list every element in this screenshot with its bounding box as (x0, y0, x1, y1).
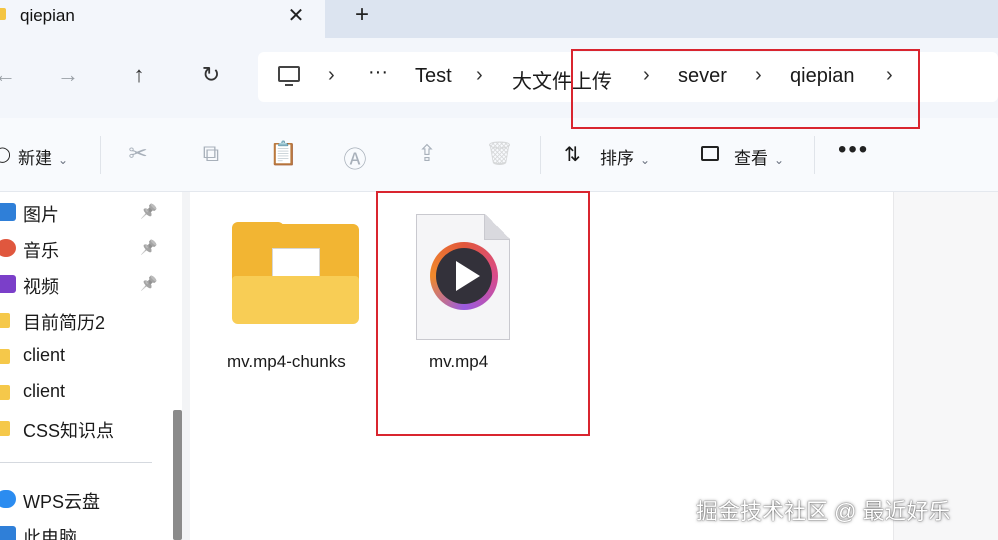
more-options-button[interactable]: ••• (838, 136, 869, 164)
new-button[interactable]: 新建 ⌄ (18, 144, 68, 169)
this-pc-icon (0, 526, 16, 540)
chevron-down-icon: ⌄ (640, 153, 651, 167)
folder-icon (0, 8, 6, 20)
sidebar-item-label: 视频 (23, 277, 59, 297)
highlight-box-breadcrumb (571, 49, 920, 129)
sidebar-item-this-pc[interactable]: 此电脑 (0, 520, 165, 540)
new-icon: ◯ (0, 146, 11, 163)
sidebar-scrollbar[interactable] (173, 410, 182, 540)
command-bar: ◯ 新建 ⌄ ✂ ⧉ 📋 Ⓐ ⇪ 🗑 ⇅ 排序 ⌄ 查看 ⌄ ••• (0, 118, 998, 192)
sidebar-item-client[interactable]: client (0, 341, 165, 371)
pictures-icon (0, 203, 16, 221)
sidebar-item-label: WPS云盘 (23, 492, 101, 512)
toolbar-divider (100, 136, 101, 174)
navigation-pane: 图片 📌 音乐 📌 视频 📌 目前简历2 client client CSS知识… (0, 192, 172, 540)
folder-icon (0, 349, 10, 364)
rename-icon[interactable]: Ⓐ (341, 140, 369, 174)
chevron-right-icon[interactable]: › (476, 64, 483, 87)
delete-icon[interactable]: 🗑 (485, 140, 514, 167)
sort-label: 排序 (600, 149, 634, 168)
forward-icon[interactable]: → (53, 62, 83, 88)
view-label: 查看 (734, 149, 768, 168)
pane-splitter[interactable] (182, 192, 190, 540)
breadcrumb-test[interactable]: Test (415, 65, 452, 88)
back-icon[interactable]: ← (0, 62, 20, 88)
sidebar-divider (0, 462, 152, 463)
sidebar-item-label: 音乐 (23, 241, 59, 261)
sidebar-item-label: 目前简历2 (23, 313, 106, 333)
highlight-box-file (376, 191, 590, 436)
paste-icon[interactable]: 📋 (269, 140, 298, 167)
this-pc-icon[interactable] (278, 66, 300, 86)
folder-icon (0, 421, 10, 436)
cut-icon[interactable]: ✂ (124, 140, 152, 167)
file-name: mv.mp4-chunks (227, 352, 346, 371)
toolbar-divider (814, 136, 815, 174)
chevron-down-icon: ⌄ (774, 153, 785, 167)
folder-icon-front (232, 276, 359, 324)
sidebar-item-label: client (23, 381, 66, 401)
pin-icon[interactable]: 📌 (140, 275, 157, 292)
share-icon[interactable]: ⇪ (413, 140, 441, 167)
sidebar-item-label: 此电脑 (23, 528, 77, 540)
pin-icon[interactable]: 📌 (140, 239, 157, 256)
tab-qiepian[interactable]: qiepian ✕ (0, 0, 325, 38)
music-icon (0, 239, 16, 257)
chevron-down-icon: ⌄ (58, 153, 69, 167)
folder-icon (0, 385, 10, 400)
pin-icon[interactable]: 📌 (140, 203, 157, 220)
new-tab-button[interactable]: + (350, 1, 374, 29)
close-icon[interactable]: ✕ (285, 3, 307, 28)
new-label: 新建 (18, 149, 52, 168)
breadcrumb-more[interactable]: ··· (368, 61, 388, 84)
sidebar-item-label: CSS知识点 (23, 421, 115, 441)
wps-cloud-icon (0, 490, 16, 508)
view-icon (701, 146, 719, 161)
chevron-right-icon[interactable]: › (328, 64, 335, 87)
videos-icon (0, 275, 16, 293)
sidebar-item-label: client (23, 345, 66, 365)
sidebar-item-label: 图片 (23, 205, 59, 225)
sidebar-item-pictures[interactable]: 图片 📌 (0, 197, 165, 227)
tab-bar: qiepian ✕ + (0, 0, 998, 38)
up-icon[interactable]: ↑ (124, 62, 154, 88)
sidebar-item-resume[interactable]: 目前简历2 (0, 305, 165, 335)
sidebar-item-wps-cloud[interactable]: WPS云盘 (0, 484, 165, 514)
sidebar-item-client[interactable]: client (0, 377, 165, 407)
sidebar-item-css[interactable]: CSS知识点 (0, 413, 165, 443)
sidebar-item-music[interactable]: 音乐 📌 (0, 233, 165, 263)
copy-icon[interactable]: ⧉ (197, 140, 225, 167)
toolbar-divider (540, 136, 541, 174)
view-button[interactable]: 查看 ⌄ (734, 144, 784, 169)
sidebar-item-videos[interactable]: 视频 📌 (0, 269, 165, 299)
sort-icon: ⇅ (564, 144, 581, 166)
sort-button[interactable]: 排序 ⌄ (600, 144, 650, 169)
details-pane (893, 192, 998, 540)
watermark: 掘金技术社区 @ 最近好乐 (696, 499, 951, 524)
refresh-icon[interactable]: ↻ (196, 62, 226, 88)
folder-icon (0, 313, 10, 328)
tab-title: qiepian (20, 6, 75, 25)
